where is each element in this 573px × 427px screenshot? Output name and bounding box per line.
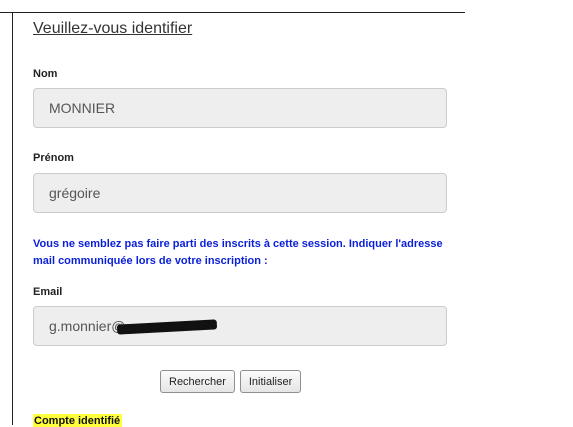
registration-notice: Vous ne semblez pas faire parti des insc… xyxy=(33,238,443,267)
top-border-line xyxy=(0,12,465,13)
left-border-line xyxy=(12,12,13,425)
form-actions: Rechercher Initialiser xyxy=(160,370,302,393)
email-value: g.monnier@ xyxy=(49,318,126,334)
search-button[interactable]: Rechercher xyxy=(160,370,235,393)
redaction-mark xyxy=(117,321,218,333)
nom-field[interactable]: MONNIER xyxy=(33,88,447,128)
email-field[interactable]: g.monnier@ xyxy=(33,306,447,346)
reset-button[interactable]: Initialiser xyxy=(239,370,302,393)
nom-label: Nom xyxy=(33,68,58,80)
prenom-field[interactable]: grégoire xyxy=(33,173,447,213)
form-title: Veuillez-vous identifier xyxy=(33,20,193,37)
email-label: Email xyxy=(33,286,63,298)
account-status: Compte identifié xyxy=(33,414,123,427)
prenom-label: Prénom xyxy=(33,152,74,164)
